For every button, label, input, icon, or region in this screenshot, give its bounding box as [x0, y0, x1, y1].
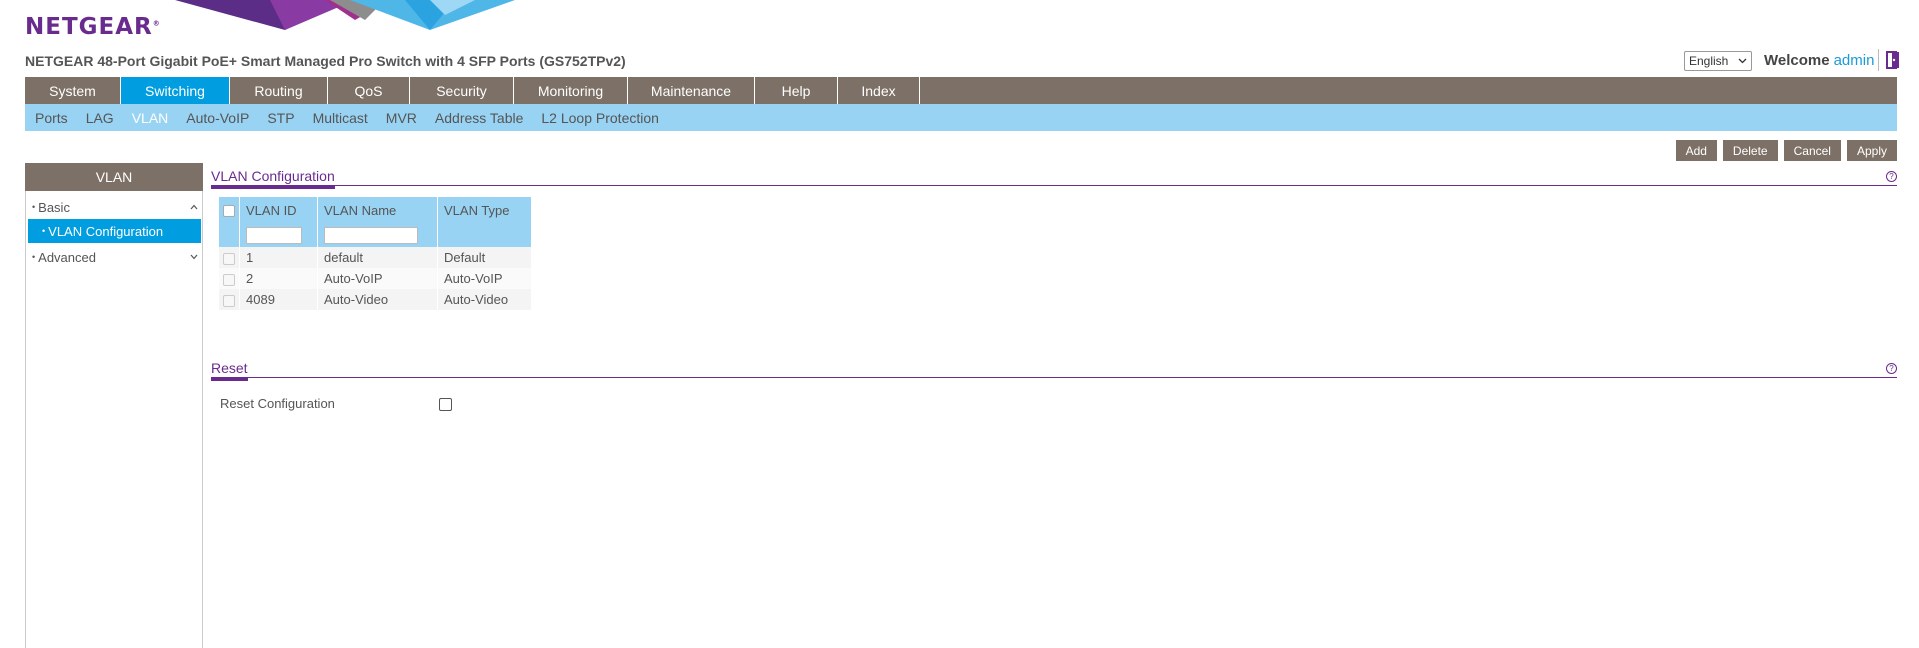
subtab-auto-voip[interactable]: Auto-VoIP [186, 110, 249, 126]
tab-monitoring[interactable]: Monitoring [514, 77, 628, 104]
page: NETGEAR® NETGEAR 48-Port Gigabit PoE+ Sm… [0, 0, 1919, 648]
tree-item-vlan-configuration-label: VLAN Configuration [48, 223, 164, 239]
vlan-table: VLAN ID VLAN Name VLAN Type 1 default De… [219, 197, 532, 310]
logout-icon[interactable] [1885, 51, 1901, 69]
cell-vlan-id: 1 [239, 247, 318, 268]
logo-registered-mark: ® [152, 19, 161, 28]
table-header-row: VLAN ID VLAN Name VLAN Type [219, 197, 532, 223]
filter-vlan-name-input[interactable] [324, 226, 418, 244]
language-select[interactable]: English [1684, 51, 1752, 71]
filter-vlan-id-input[interactable] [246, 226, 302, 244]
vlan-configuration-section-header: VLAN Configuration ? [211, 166, 1897, 189]
subtab-ports[interactable]: Ports [35, 110, 68, 126]
select-all-cell [219, 197, 240, 223]
row-checkbox-cell [219, 247, 240, 268]
table-row[interactable]: 2 Auto-VoIP Auto-VoIP [219, 268, 532, 289]
chevron-down-icon [190, 254, 198, 260]
subtab-l2-loop-protection[interactable]: L2 Loop Protection [541, 110, 659, 126]
left-panel-title: VLAN [25, 163, 203, 191]
product-title: NETGEAR 48-Port Gigabit PoE+ Smart Manag… [25, 53, 626, 69]
help-icon[interactable]: ? [1886, 171, 1897, 182]
cell-vlan-type: Auto-VoIP [437, 268, 532, 289]
tab-routing[interactable]: Routing [230, 77, 328, 104]
tab-index[interactable]: Index [838, 77, 920, 104]
reset-configuration-label: Reset Configuration [220, 396, 335, 411]
filter-vlan-name-cell [317, 223, 438, 247]
reset-configuration-checkbox[interactable] [439, 398, 452, 411]
chevron-up-icon [190, 204, 198, 210]
subtab-lag[interactable]: LAG [86, 110, 114, 126]
add-button[interactable]: Add [1675, 140, 1717, 161]
language-value: English [1689, 54, 1729, 68]
header-banner-graphic [175, 0, 515, 30]
vlan-configuration-section-title: VLAN Configuration [211, 168, 335, 189]
header-separator [1878, 49, 1879, 71]
action-buttons: Add Delete Cancel Apply [1675, 140, 1897, 161]
username-link[interactable]: admin [1834, 52, 1875, 69]
column-header-vlan-id[interactable]: VLAN ID [239, 197, 318, 223]
tree-item-advanced-label: Advanced [38, 249, 96, 265]
cell-vlan-name: Auto-VoIP [317, 268, 438, 289]
cell-vlan-type: Default [437, 247, 532, 268]
row-checkbox-cell [219, 289, 240, 310]
cancel-button[interactable]: Cancel [1783, 140, 1841, 161]
cell-vlan-type: Auto-Video [437, 289, 532, 310]
row-checkbox[interactable] [223, 252, 235, 265]
row-checkbox[interactable] [223, 294, 235, 307]
subtab-address-table[interactable]: Address Table [435, 110, 523, 126]
tree-item-basic-label: Basic [38, 199, 70, 215]
bullet-icon: • [42, 226, 46, 236]
table-row[interactable]: 1 default Default [219, 247, 532, 268]
welcome-label: Welcome [1764, 52, 1830, 69]
tab-qos[interactable]: QoS [328, 77, 410, 104]
main-menu: System Switching Routing QoS Security Mo… [25, 77, 1897, 104]
subtab-stp[interactable]: STP [267, 110, 294, 126]
chevron-down-icon [1738, 58, 1747, 64]
tab-system[interactable]: System [25, 77, 121, 104]
apply-button[interactable]: Apply [1846, 140, 1897, 161]
tab-security[interactable]: Security [410, 77, 514, 104]
tab-maintenance[interactable]: Maintenance [628, 77, 755, 104]
bullet-icon: • [32, 252, 36, 262]
help-icon[interactable]: ? [1886, 363, 1897, 374]
select-all-checkbox[interactable] [223, 205, 235, 218]
cell-vlan-name: default [317, 247, 438, 268]
subtab-vlan[interactable]: VLAN [132, 110, 169, 126]
column-header-vlan-type[interactable]: VLAN Type [437, 197, 532, 223]
table-row[interactable]: 4089 Auto-Video Auto-Video [219, 289, 532, 310]
welcome-text: Welcome admin [1764, 52, 1874, 69]
tab-help[interactable]: Help [755, 77, 838, 104]
left-nav-panel: VLAN • Basic • VLAN Configuration • Adva… [25, 163, 203, 648]
tab-switching[interactable]: Switching [121, 77, 230, 104]
cell-vlan-id: 4089 [239, 289, 318, 310]
filter-vlan-id-cell [239, 223, 318, 247]
filter-vlan-type-cell [437, 223, 532, 247]
delete-button[interactable]: Delete [1722, 140, 1778, 161]
table-filter-row [219, 223, 532, 247]
column-header-vlan-name[interactable]: VLAN Name [317, 197, 438, 223]
subtab-mvr[interactable]: MVR [386, 110, 417, 126]
reset-section-title: Reset [211, 360, 248, 381]
netgear-logo: NETGEAR® [25, 14, 161, 40]
cell-vlan-id: 2 [239, 268, 318, 289]
logo-text: NETGEAR [25, 14, 153, 40]
subtab-multicast[interactable]: Multicast [313, 110, 368, 126]
bullet-icon: • [32, 202, 36, 212]
cell-vlan-name: Auto-Video [317, 289, 438, 310]
tree-item-advanced[interactable]: • Advanced [26, 245, 202, 269]
row-checkbox-cell [219, 268, 240, 289]
row-checkbox[interactable] [223, 273, 235, 286]
sub-menu: Ports LAG VLAN Auto-VoIP STP Multicast M… [25, 104, 1897, 131]
reset-section-header: Reset ? [211, 358, 1897, 381]
filter-empty-cell [219, 223, 240, 247]
tree-item-vlan-configuration[interactable]: • VLAN Configuration [28, 219, 201, 243]
tree-item-basic[interactable]: • Basic [26, 195, 202, 219]
